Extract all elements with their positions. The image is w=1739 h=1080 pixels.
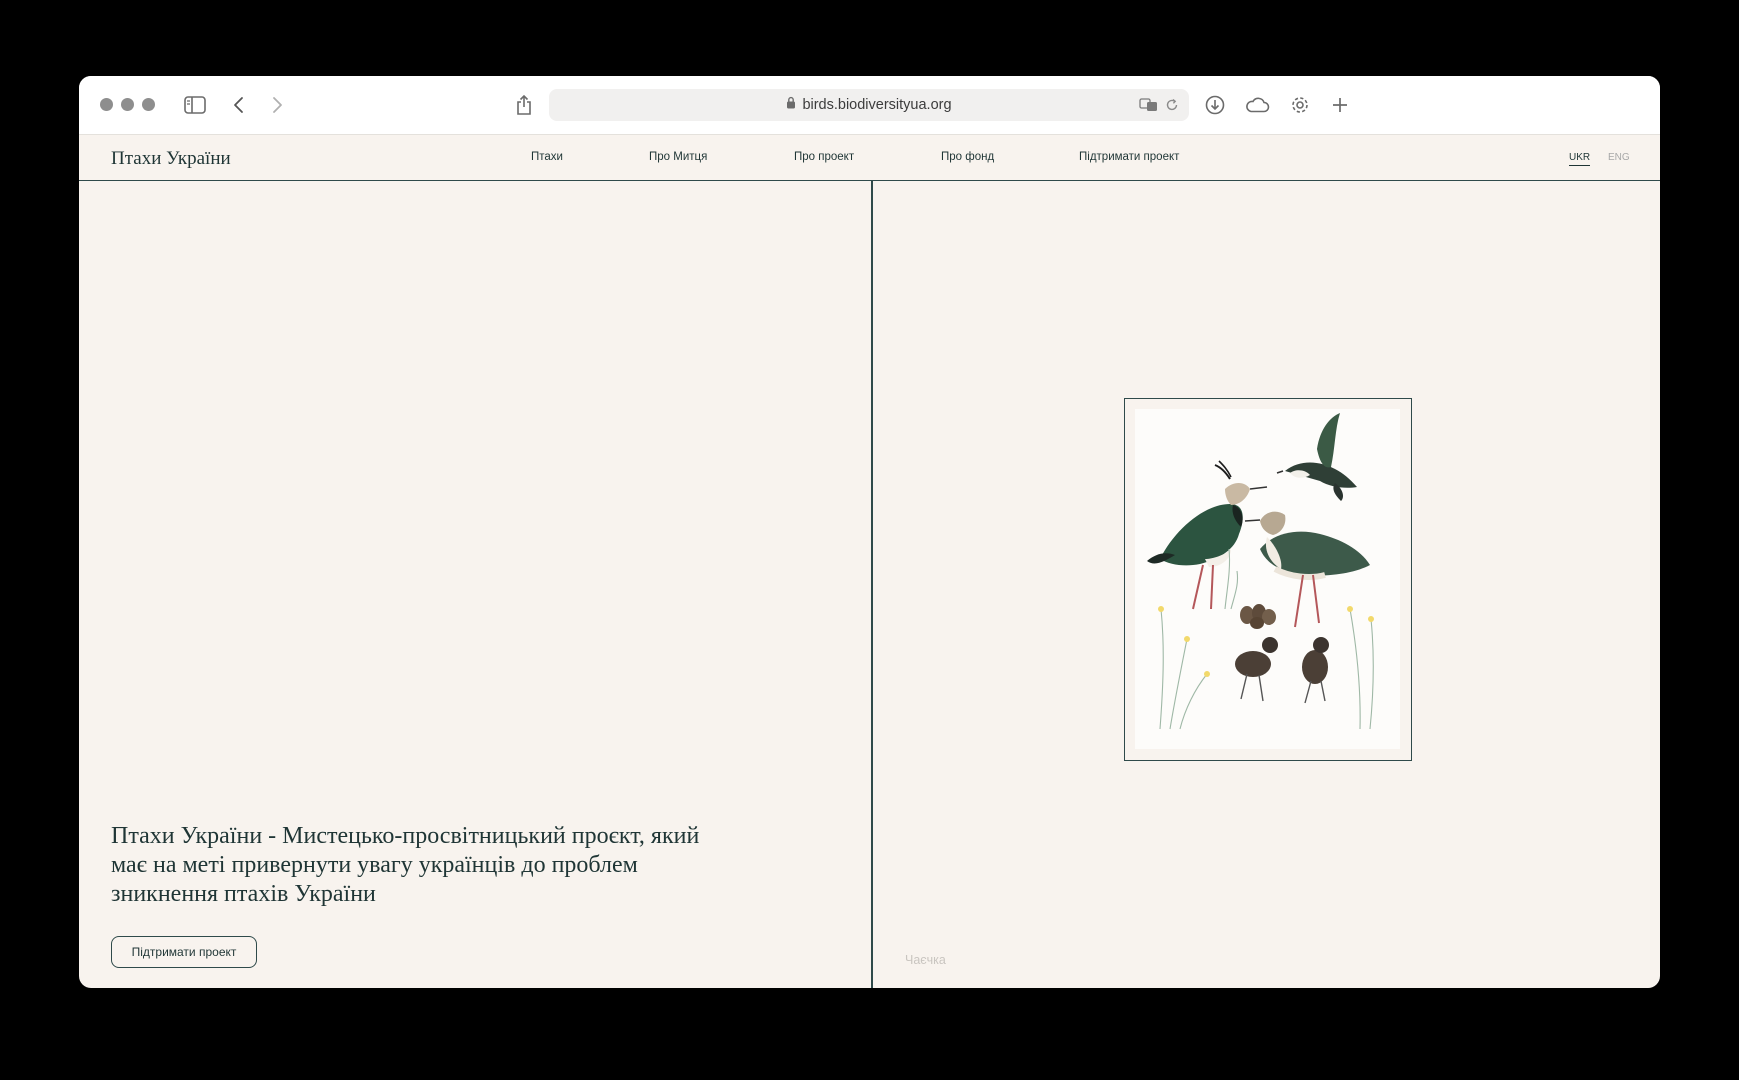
sidebar-icon[interactable]	[183, 93, 207, 117]
zoom-window-button[interactable]	[142, 98, 155, 111]
flying-lapwing-figure	[1276, 413, 1357, 501]
share-icon[interactable]	[512, 92, 536, 118]
browser-window: birds.biodiversityua.org Птахи України П…	[79, 76, 1660, 988]
eggs-figure	[1240, 604, 1276, 629]
site-logo[interactable]: Птахи України	[111, 148, 231, 170]
icloud-icon[interactable]	[1243, 93, 1271, 117]
url-text: birds.biodiversityua.org	[802, 97, 952, 113]
lang-ukr[interactable]: UKR	[1569, 152, 1591, 166]
nav-support-project[interactable]: Підтримати проект	[1079, 151, 1179, 163]
nav-about-artist[interactable]: Про Митця	[649, 151, 707, 163]
lang-eng[interactable]: ENG	[1608, 152, 1630, 163]
standing-lapwing-male-figure	[1147, 460, 1268, 610]
url-display[interactable]: birds.biodiversityua.org	[549, 89, 1189, 121]
browser-toolbar: birds.biodiversityua.org	[79, 76, 1660, 135]
translate-icon[interactable]	[1138, 95, 1160, 115]
lapwing-illustration	[1135, 409, 1400, 749]
downloads-icon[interactable]	[1203, 93, 1227, 117]
support-project-button[interactable]: Підтримати проект	[111, 936, 257, 968]
hero-headline: Птахи України - Мистецько-просвітницький…	[111, 823, 700, 907]
artwork-caption: Чаєчка	[905, 953, 946, 967]
nav-about-fund[interactable]: Про фонд	[941, 151, 994, 163]
new-tab-plus-icon[interactable]	[1328, 93, 1352, 117]
site-header: Птахи України Птахи Про Митця Про проект…	[79, 135, 1660, 181]
close-window-button[interactable]	[100, 98, 113, 111]
artwork-frame[interactable]	[1124, 398, 1412, 761]
gear-icon[interactable]	[1288, 93, 1312, 117]
forward-arrow-icon[interactable]	[265, 93, 289, 117]
nav-birds[interactable]: Птахи	[531, 151, 563, 163]
minimize-window-button[interactable]	[121, 98, 134, 111]
lock-icon	[786, 89, 796, 121]
column-divider	[871, 181, 873, 988]
chicks-figure	[1235, 637, 1329, 704]
reload-icon[interactable]	[1163, 96, 1181, 114]
address-bar[interactable]: birds.biodiversityua.org	[549, 89, 1189, 121]
nav-about-project[interactable]: Про проект	[794, 151, 854, 163]
back-arrow-icon[interactable]	[227, 93, 251, 117]
